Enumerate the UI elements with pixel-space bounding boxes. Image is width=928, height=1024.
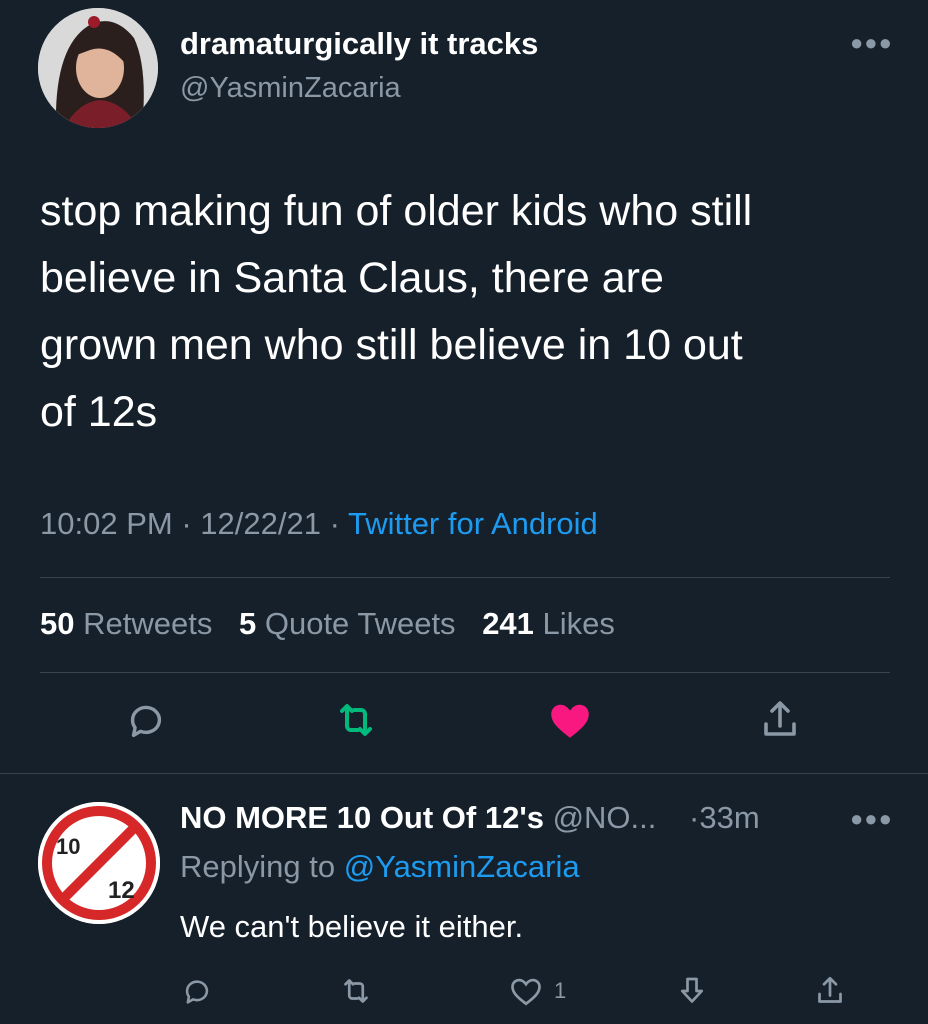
separator: · <box>181 506 192 541</box>
tweet-text: stop making fun of older kids who still … <box>40 187 753 436</box>
share-icon <box>764 701 796 736</box>
reply-reply-button[interactable] <box>180 966 214 1016</box>
author-handle[interactable]: @YasminZacaria <box>180 72 401 105</box>
reply-display-name[interactable]: NO MORE 10 Out Of 12's <box>180 800 544 835</box>
retweet-icon <box>344 979 368 1003</box>
reply-handle[interactable]: @NO... <box>553 800 657 835</box>
downvote-icon <box>680 977 704 1003</box>
retweets-count: 50 <box>40 606 75 641</box>
retweet-button[interactable] <box>326 690 386 750</box>
reply-downvote-button[interactable] <box>674 966 710 1016</box>
tweet-actions <box>0 690 928 760</box>
divider <box>40 577 890 578</box>
tweet-time: 10:02 PM <box>40 506 173 541</box>
author-avatar[interactable] <box>38 8 158 128</box>
tweet-metadata: 10:02 PM · 12/22/21 · Twitter for Androi… <box>40 506 598 542</box>
separator: · <box>329 506 340 541</box>
quotes-count: 5 <box>238 606 257 641</box>
retweets-label: Retweets <box>83 606 213 641</box>
likes-stat[interactable]: 241 Likes <box>482 606 633 641</box>
like-icon <box>511 978 541 1006</box>
tweet-date: 12/22/21 <box>200 506 321 541</box>
reply-like-count: 1 <box>554 978 567 1003</box>
reply-share-button[interactable] <box>812 966 848 1016</box>
share-icon <box>818 976 842 1003</box>
reply-icon <box>185 980 209 1004</box>
reply-author-avatar[interactable]: 10 12 <box>38 802 160 924</box>
svg-text:10: 10 <box>56 834 80 859</box>
reply-button[interactable] <box>116 690 176 750</box>
reply-icon <box>130 705 162 738</box>
like-icon <box>551 704 589 738</box>
reply-time[interactable]: ·33m <box>689 800 760 835</box>
avatar-photo <box>38 8 158 128</box>
more-horizontal-icon: ●●● <box>850 30 893 55</box>
author-display-name[interactable]: dramaturgically it tracks <box>180 26 538 62</box>
divider <box>0 773 928 774</box>
svg-text:12: 12 <box>108 877 135 904</box>
quotes-stat[interactable]: 5 Quote Tweets <box>239 606 474 641</box>
more-options-button[interactable]: ●●● <box>850 30 893 56</box>
quotes-label: Quote Tweets <box>264 606 456 641</box>
retweets-stat[interactable]: 50 Retweets <box>40 606 230 641</box>
replying-to: Replying to @YasminZacaria <box>180 849 580 885</box>
divider <box>40 672 890 673</box>
replying-to-handle[interactable]: @YasminZacaria <box>344 849 580 884</box>
more-horizontal-icon: ●●● <box>850 806 893 831</box>
tweet-source-link[interactable]: Twitter for Android <box>348 506 598 541</box>
reply-text: We can't believe it either. <box>180 909 524 944</box>
like-button[interactable] <box>540 690 600 750</box>
likes-label: Likes <box>542 606 615 641</box>
reply-retweet-button[interactable] <box>338 966 374 1016</box>
reply-more-options-button[interactable]: ●●● <box>850 806 893 832</box>
tweet-stats: 50 Retweets 5 Quote Tweets 241 Likes <box>40 606 633 642</box>
replying-to-label: Replying to <box>180 849 336 884</box>
reply-header: NO MORE 10 Out Of 12's @NO... ·33m <box>180 800 760 836</box>
no-10-out-of-12-logo: 10 12 <box>38 802 160 924</box>
share-button[interactable] <box>750 690 810 750</box>
reply-like-button[interactable]: 1 <box>508 966 566 1016</box>
retweet-icon <box>340 704 372 736</box>
likes-count: 241 <box>482 606 534 641</box>
reply-actions: 1 <box>0 966 928 1016</box>
